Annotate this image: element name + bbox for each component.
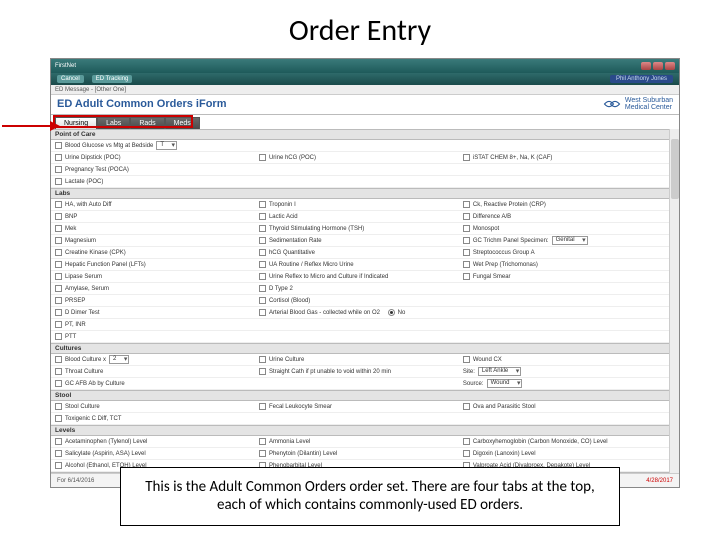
tabs-row: Nursing Labs Rads Meds xyxy=(51,115,679,129)
checkbox[interactable] xyxy=(259,237,266,244)
checkbox[interactable] xyxy=(55,154,62,161)
tab-labs[interactable]: Labs xyxy=(97,117,130,129)
site-select[interactable]: Left Ankle xyxy=(478,367,521,376)
checkbox[interactable] xyxy=(463,249,470,256)
checkbox[interactable] xyxy=(463,273,470,280)
checkbox[interactable] xyxy=(55,403,62,410)
section-point-of-care: Point of Care xyxy=(51,129,669,140)
checkbox[interactable] xyxy=(259,297,266,304)
checkbox[interactable] xyxy=(259,450,266,457)
checkbox[interactable] xyxy=(463,403,470,410)
close-button[interactable] xyxy=(665,62,675,70)
tab-rads[interactable]: Rads xyxy=(130,117,164,129)
checkbox[interactable] xyxy=(259,273,266,280)
checkbox[interactable] xyxy=(55,297,62,304)
value-select[interactable]: T xyxy=(156,141,177,150)
checkbox[interactable] xyxy=(259,368,266,375)
checkbox[interactable] xyxy=(463,450,470,457)
status-left: For 6/14/2016 xyxy=(57,478,94,484)
checkbox[interactable] xyxy=(259,154,266,161)
checkbox[interactable] xyxy=(259,213,266,220)
status-right: 4/28/2017 xyxy=(646,478,673,484)
checkbox[interactable] xyxy=(55,201,62,208)
checkbox[interactable] xyxy=(55,415,62,422)
checkbox[interactable] xyxy=(463,201,470,208)
annotation-caption: This is the Adult Common Orders order se… xyxy=(120,467,620,527)
checkbox[interactable] xyxy=(259,285,266,292)
checkbox[interactable] xyxy=(259,403,266,410)
tab-nursing[interactable]: Nursing xyxy=(55,117,97,129)
checkbox[interactable] xyxy=(259,225,266,232)
brand-logo-icon xyxy=(603,97,621,111)
checkbox[interactable] xyxy=(55,356,62,363)
user-chip[interactable]: Phil Anthony Jones xyxy=(610,75,673,83)
checkbox[interactable] xyxy=(55,462,62,469)
section-labs: Labs xyxy=(51,188,669,199)
section-cultures: Cultures xyxy=(51,343,669,354)
menu-ed-tracking[interactable]: ED Tracking xyxy=(92,75,133,83)
radio-o2-no[interactable] xyxy=(388,309,395,316)
checkbox[interactable] xyxy=(55,309,62,316)
source-select[interactable]: Wound xyxy=(487,379,523,388)
checkbox[interactable] xyxy=(55,368,62,375)
checkbox[interactable] xyxy=(55,380,62,387)
checkbox[interactable] xyxy=(463,237,470,244)
section-levels: Levels xyxy=(51,425,669,436)
checkbox[interactable] xyxy=(259,249,266,256)
checkbox[interactable] xyxy=(463,225,470,232)
maximize-button[interactable] xyxy=(653,62,663,70)
window-controls xyxy=(641,62,675,70)
checkbox[interactable] xyxy=(55,438,62,445)
minimize-button[interactable] xyxy=(641,62,651,70)
checkbox[interactable] xyxy=(55,213,62,220)
menubar: Cancel ED Tracking Phil Anthony Jones xyxy=(51,73,679,85)
checkbox[interactable] xyxy=(463,261,470,268)
window-titlebar: FirstNet xyxy=(51,59,679,73)
document-title: ED Message - [Other One] xyxy=(51,85,679,95)
checkbox[interactable] xyxy=(463,438,470,445)
slide-title: Order Entry xyxy=(0,0,720,55)
checkbox[interactable] xyxy=(55,249,62,256)
checkbox[interactable] xyxy=(259,201,266,208)
tab-meds[interactable]: Meds xyxy=(165,117,200,129)
checkbox[interactable] xyxy=(259,309,266,316)
order-form-body: Point of Care Blood Glucose vs Mtg at Be… xyxy=(51,129,669,473)
form-title: ED Adult Common Orders iForm xyxy=(57,98,227,110)
checkbox[interactable] xyxy=(55,178,62,185)
checkbox[interactable] xyxy=(55,261,62,268)
blood-culture-count[interactable]: 2 xyxy=(109,355,129,364)
section-stool: Stool xyxy=(51,390,669,401)
checkbox[interactable] xyxy=(55,450,62,457)
menu-cancel[interactable]: Cancel xyxy=(57,75,84,83)
checkbox[interactable] xyxy=(259,438,266,445)
brand-logo-text: West Suburban Medical Center xyxy=(625,97,673,112)
checkbox[interactable] xyxy=(259,356,266,363)
form-header: ED Adult Common Orders iForm West Suburb… xyxy=(51,95,679,115)
checkbox[interactable] xyxy=(463,356,470,363)
checkbox[interactable] xyxy=(55,237,62,244)
checkbox[interactable] xyxy=(259,261,266,268)
checkbox[interactable] xyxy=(55,142,62,149)
checkbox[interactable] xyxy=(55,333,62,340)
vertical-scrollbar[interactable] xyxy=(669,129,679,473)
checkbox[interactable] xyxy=(55,225,62,232)
app-window: FirstNet Cancel ED Tracking Phil Anthony… xyxy=(50,58,680,488)
checkbox[interactable] xyxy=(55,166,62,173)
checkbox[interactable] xyxy=(55,321,62,328)
specimen-select[interactable]: Genital xyxy=(552,236,588,245)
titlebar-app-name: FirstNet xyxy=(55,63,76,69)
checkbox[interactable] xyxy=(463,213,470,220)
brand-logo: West Suburban Medical Center xyxy=(603,97,673,112)
checkbox[interactable] xyxy=(463,154,470,161)
checkbox[interactable] xyxy=(55,273,62,280)
checkbox[interactable] xyxy=(55,285,62,292)
